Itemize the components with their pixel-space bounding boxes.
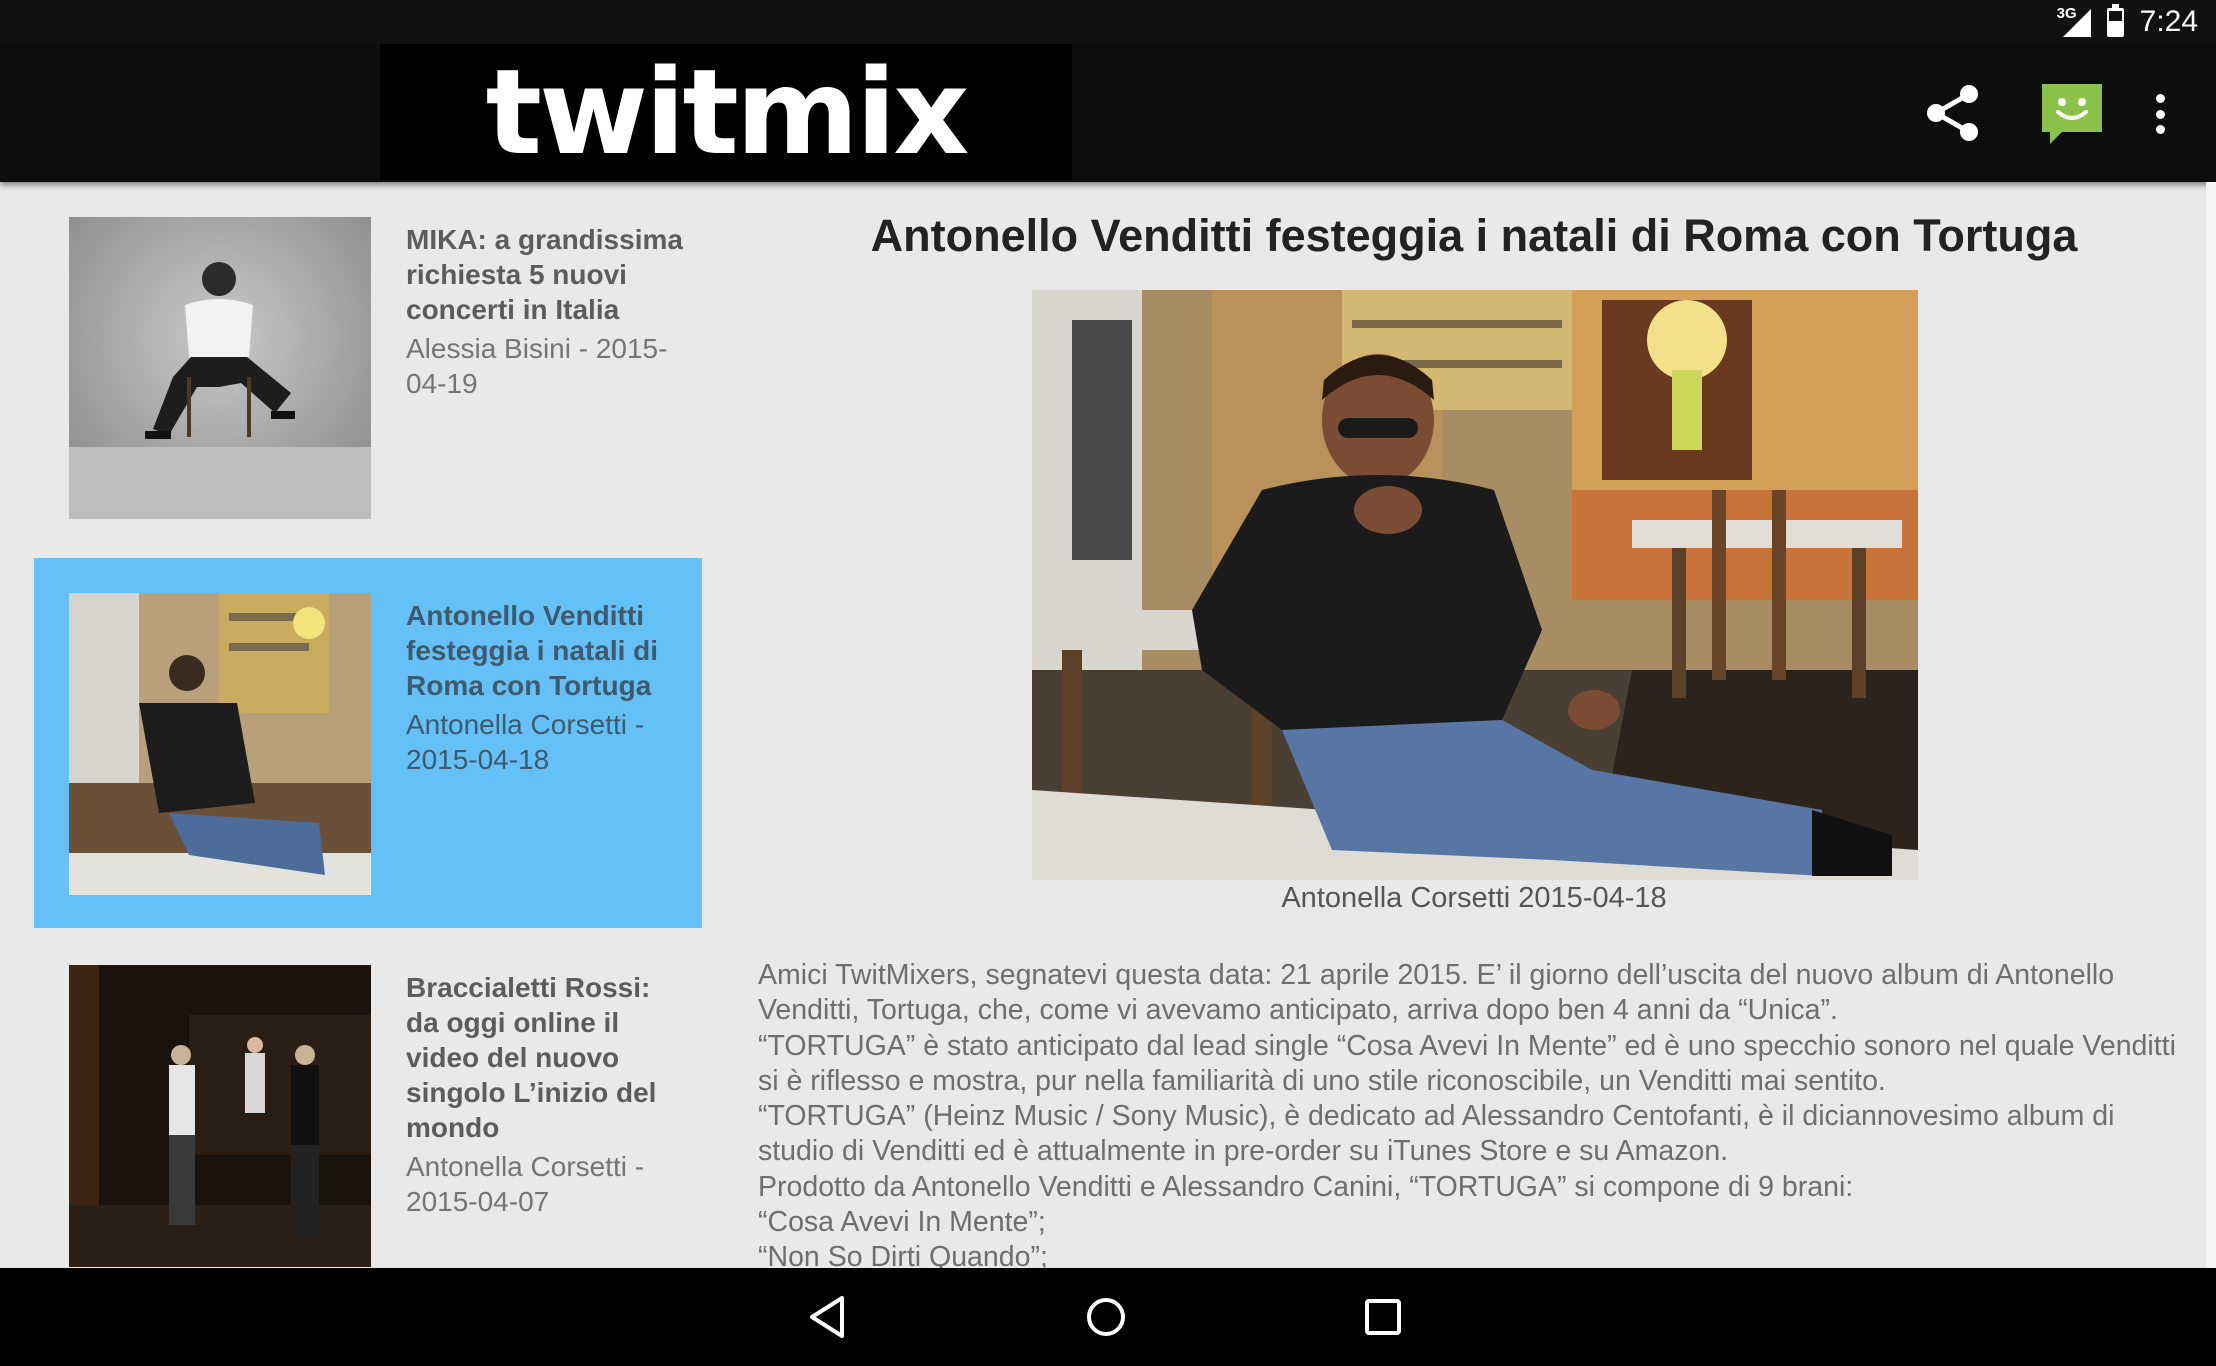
list-item-text: Antonello Venditti festeggia i natali di… (406, 598, 686, 777)
right-edge-shadow (2206, 182, 2216, 1268)
back-button[interactable] (798, 1286, 860, 1348)
list-item[interactable]: Braccialetti Rossi: da oggi online il vi… (34, 930, 702, 1268)
more-vertical-icon (2155, 94, 2165, 103)
article-body: Amici TwitMixers, segnatevi questa data:… (758, 958, 2198, 1268)
article-paragraph: “Non So Dirti Quando”; (758, 1241, 1048, 1268)
app-logo: twitmix (380, 44, 1072, 180)
clock: 7:24 (2139, 5, 2198, 38)
list-item-meta: Alessia Bisini - 2015-04-19 (406, 333, 668, 399)
chat-button[interactable] (2036, 78, 2108, 150)
share-icon (1927, 85, 1978, 141)
list-item[interactable]: MIKA: a grandissima richiesta 5 nuovi co… (34, 182, 702, 552)
signal-icon: 3G (2057, 5, 2091, 37)
article-paragraph: “Cosa Avevi In Mente”; (758, 1206, 1046, 1239)
list-thumbnail (69, 593, 371, 895)
status-icons: 3G 7:24 (2057, 0, 2198, 44)
list-item-title: Braccialetti Rossi: da oggi online il vi… (406, 972, 657, 1143)
share-button[interactable] (1922, 82, 1984, 144)
list-item-meta: Antonella Corsetti - 2015-04-18 (406, 709, 645, 775)
article-paragraph: Prodotto da Antonello Venditti e Alessan… (758, 1170, 1854, 1203)
app-bar: twitmix (0, 44, 2216, 182)
article-paragraph: “TORTUGA” (Heinz Music / Sony Music), è … (758, 1100, 2115, 1168)
overflow-menu-button[interactable] (2146, 90, 2174, 138)
list-item-title: Antonello Venditti festeggia i natali di… (406, 600, 659, 701)
navigation-bar (0, 1268, 2216, 1366)
list-item-title: MIKA: a grandissima richiesta 5 nuovi co… (406, 224, 683, 325)
back-triangle-icon (810, 1296, 844, 1338)
article-caption: Antonella Corsetti 2015-04-18 (1281, 882, 1667, 914)
recents-square-icon (1365, 1299, 1401, 1335)
article-title: Antonello Venditti festeggia i natali di… (870, 210, 2078, 261)
article-paragraph: Amici TwitMixers, segnatevi questa data:… (758, 959, 2115, 1027)
list-item-meta: Antonella Corsetti - 2015-04-07 (406, 1151, 645, 1217)
logo-text: twitmix (485, 43, 970, 181)
article-image (1032, 290, 1918, 880)
status-bar: 3G 7:24 (0, 0, 2216, 44)
battery-icon (2106, 3, 2124, 37)
home-button[interactable] (1075, 1286, 1137, 1348)
recents-button[interactable] (1352, 1286, 1414, 1348)
list-item-text: Braccialetti Rossi: da oggi online il vi… (406, 970, 686, 1219)
home-circle-icon (1087, 1298, 1125, 1336)
article-paragraph: “TORTUGA” è stato anticipato dal lead si… (758, 1029, 2176, 1097)
article-detail: Antonello Venditti festeggia i natali di… (740, 182, 2216, 1268)
list-thumbnail (69, 217, 371, 519)
article-list: MIKA: a grandissima richiesta 5 nuovi co… (0, 182, 720, 1268)
list-thumbnail (69, 965, 371, 1267)
list-item-text: MIKA: a grandissima richiesta 5 nuovi co… (406, 222, 686, 401)
list-item-selected[interactable]: Antonello Venditti festeggia i natali di… (34, 558, 702, 928)
chat-smiley-icon (2042, 84, 2102, 144)
